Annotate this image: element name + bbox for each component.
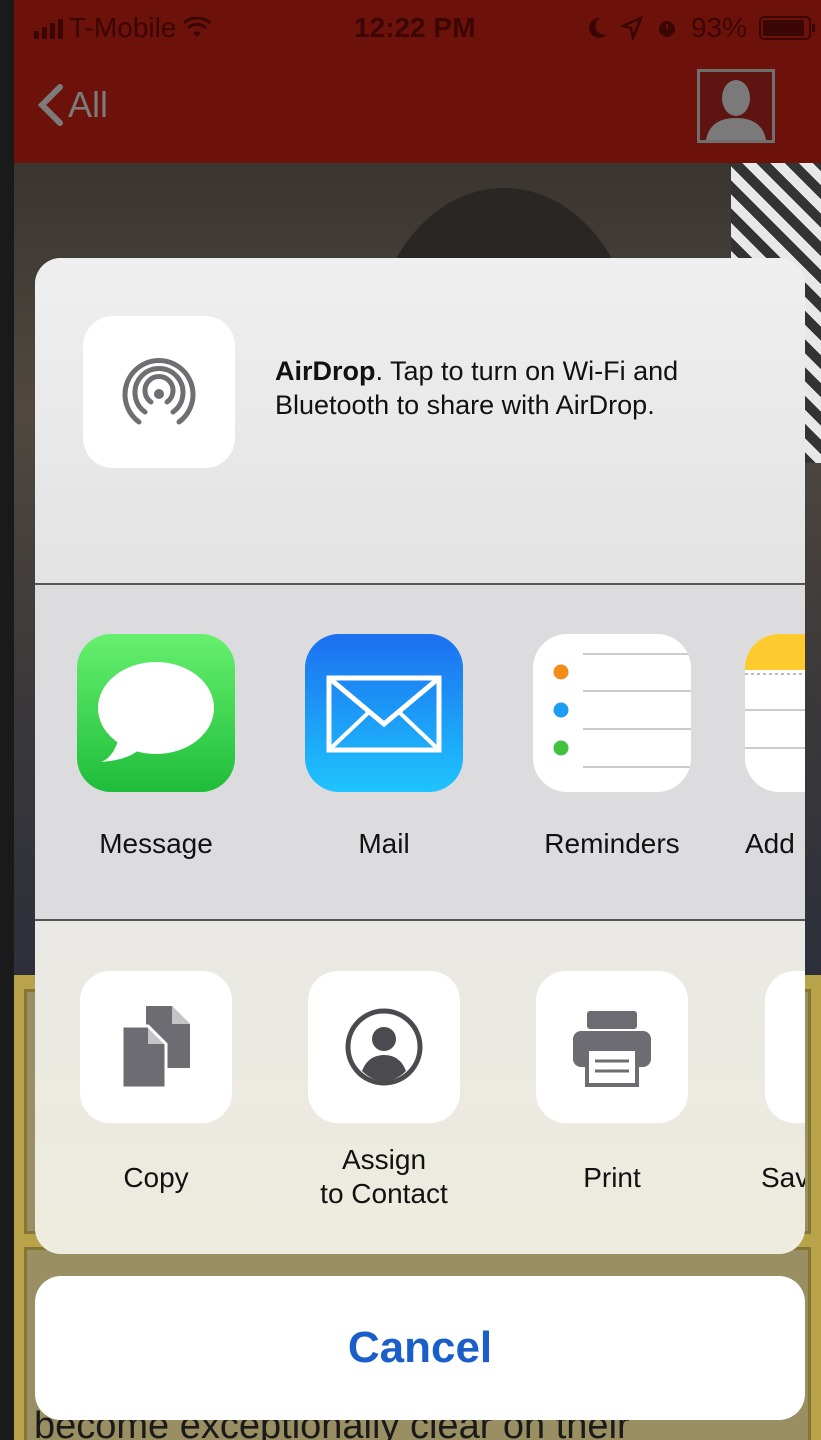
share-app-reminders[interactable]: Reminders (517, 634, 707, 861)
share-apps-row: Message Mail Reminders Add (35, 586, 805, 919)
airdrop-section[interactable]: AirDrop. Tap to turn on Wi-Fi and Blueto… (35, 258, 805, 585)
action-save[interactable]: Sav (745, 971, 805, 1195)
wifi-icon (183, 17, 212, 37)
signal-strength-icon (34, 17, 63, 39)
status-bar: T-Mobile 12:22 PM 93% (14, 0, 821, 55)
battery-icon (759, 16, 815, 40)
print-tile (536, 971, 688, 1123)
airdrop-title: AirDrop (275, 356, 376, 386)
share-app-mail[interactable]: Mail (289, 634, 479, 861)
action-label-line-1: Assign (341, 1144, 427, 1175)
share-app-label: Reminders (544, 828, 680, 859)
airdrop-icon (122, 358, 196, 425)
carrier-group: T-Mobile (34, 12, 212, 44)
action-assign-to-contact[interactable]: Assign to Contact (289, 971, 479, 1211)
action-label: Print (583, 1162, 641, 1193)
battery-percent: 93% (690, 12, 747, 43)
contact-icon (345, 1008, 423, 1086)
print-icon (573, 1011, 651, 1087)
location-arrow-icon (620, 16, 643, 40)
action-label: Assign to Contact (289, 1143, 479, 1211)
message-icon (77, 634, 235, 792)
share-app-message[interactable]: Message (61, 634, 251, 861)
alarm-icon (658, 21, 675, 37)
share-actions-row: Copy Assign to Contact Print Sav (35, 921, 805, 1254)
clock: 12:22 PM (354, 12, 476, 43)
share-app-notes[interactable]: Add (745, 634, 805, 861)
profile-avatar-icon[interactable] (697, 69, 775, 143)
contact-tile (308, 971, 460, 1123)
action-label: Copy (123, 1162, 189, 1193)
action-label-line-2: to Contact (320, 1178, 448, 1209)
share-app-label: Mail (358, 828, 410, 859)
notes-icon (745, 634, 805, 792)
copy-tile (80, 971, 232, 1123)
action-copy[interactable]: Copy (61, 971, 251, 1195)
back-label: All (68, 84, 109, 125)
share-app-label: Message (99, 828, 213, 859)
reminders-icon (533, 634, 691, 792)
cancel-button[interactable]: Cancel (35, 1276, 805, 1420)
chevron-left-icon (37, 84, 63, 126)
airdrop-description: AirDrop. Tap to turn on Wi-Fi and Blueto… (275, 354, 785, 422)
divider (35, 583, 805, 585)
share-app-label: Add (745, 828, 795, 859)
airdrop-tile[interactable] (83, 316, 235, 468)
action-print[interactable]: Print (517, 971, 707, 1195)
carrier-name: T-Mobile (69, 12, 177, 43)
copy-icon (120, 1006, 190, 1090)
back-button[interactable]: All (36, 83, 108, 127)
battery-fill (763, 20, 804, 36)
mail-icon (305, 634, 463, 792)
status-icons: 93% (587, 12, 815, 44)
share-sheet: AirDrop. Tap to turn on Wi-Fi and Blueto… (35, 258, 805, 1254)
save-tile (765, 971, 805, 1123)
moon-icon (589, 17, 607, 38)
navigation-bar: All (14, 55, 821, 163)
action-label: Sav (761, 1162, 805, 1193)
